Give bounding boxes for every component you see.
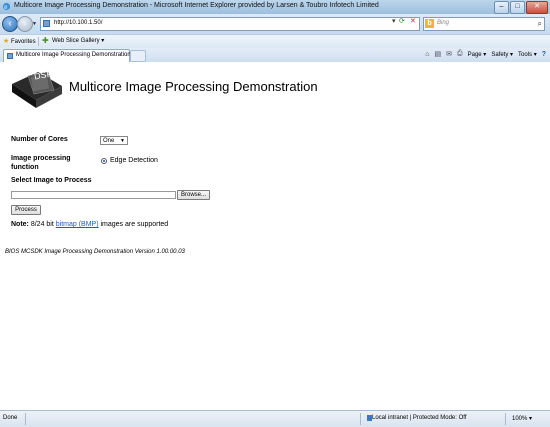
safety-menu[interactable]: Safety ▾ bbox=[491, 51, 513, 58]
maximize-button[interactable]: □ bbox=[510, 1, 525, 14]
favorites-button[interactable]: ★ Favorites bbox=[3, 37, 36, 45]
cores-value: One bbox=[103, 138, 115, 144]
version-text: BIOS MCSDK Image Processing Demonstratio… bbox=[5, 249, 185, 255]
refresh-icon[interactable]: ⟳ bbox=[399, 17, 405, 25]
tab-label: Multicore Image Processing Demonstration bbox=[16, 52, 131, 58]
back-button[interactable]: ‹ bbox=[2, 16, 18, 32]
note-bold: Note: bbox=[11, 221, 29, 228]
command-bar: ⌂ ▤ ✉ ⎙ Page ▾ Safety ▾ Tools ▾ ? bbox=[425, 50, 546, 58]
tools-menu[interactable]: Tools ▾ bbox=[518, 51, 537, 58]
search-placeholder[interactable]: Bing bbox=[437, 20, 449, 26]
chevron-down-icon: ▼ bbox=[120, 138, 125, 144]
process-button[interactable]: Process bbox=[11, 205, 41, 215]
search-box[interactable]: b Bing ⌕ bbox=[423, 17, 545, 31]
favorites-bar: ★ Favorites ✚ Web Slice Gallery ▾ bbox=[0, 34, 550, 48]
print-icon[interactable]: ⎙ bbox=[457, 50, 463, 58]
new-tab-button[interactable] bbox=[130, 50, 146, 62]
page-icon bbox=[43, 20, 50, 27]
page-title: Multicore Image Processing Demonstration bbox=[69, 79, 318, 94]
search-icon[interactable]: ⌕ bbox=[538, 19, 542, 29]
minimize-button[interactable]: – bbox=[494, 1, 509, 14]
cores-select[interactable]: One ▼ bbox=[100, 136, 128, 145]
function-label: Image processing function bbox=[11, 155, 71, 171]
favorites-label: Favorites bbox=[10, 39, 36, 45]
forward-button[interactable]: › bbox=[17, 16, 33, 32]
bitmap-link[interactable]: bitmap (BMP) bbox=[56, 221, 99, 228]
page-menu[interactable]: Page ▾ bbox=[468, 51, 487, 58]
read-mail-icon[interactable]: ✉ bbox=[446, 50, 452, 58]
window-titlebar: e Multicore Image Processing Demonstrati… bbox=[0, 0, 550, 15]
status-text: Done bbox=[3, 415, 18, 421]
status-divider bbox=[505, 413, 506, 425]
note-pre: 8/24 bit bbox=[28, 221, 56, 228]
window-title: Multicore Image Processing Demonstration… bbox=[14, 2, 379, 9]
address-bar[interactable]: http://10.100.1.50/ bbox=[40, 17, 420, 31]
help-icon[interactable]: ? bbox=[542, 51, 546, 58]
cores-label: Number of Cores bbox=[11, 136, 68, 143]
favorites-star-icon: ★ bbox=[3, 38, 10, 45]
window-controls: – □ ✕ bbox=[494, 1, 548, 14]
favorites-separator bbox=[38, 37, 39, 46]
edge-detection-label[interactable]: Edge Detection bbox=[110, 157, 158, 164]
select-image-label: Select Image to Process bbox=[11, 177, 92, 184]
home-icon[interactable]: ⌂ bbox=[425, 51, 429, 58]
web-slice-gallery-button[interactable]: Web Slice Gallery ▾ bbox=[52, 37, 104, 44]
address-url[interactable]: http://10.100.1.50/ bbox=[54, 20, 102, 26]
page-content: DSP Multicore Image Processing Demonstra… bbox=[0, 62, 550, 410]
address-dropdown-icon[interactable]: ▾ bbox=[392, 17, 396, 25]
recent-pages-chevron-icon[interactable]: ▼ bbox=[32, 21, 37, 27]
status-divider bbox=[25, 413, 26, 425]
navigation-bar: ‹ › ▼ http://10.100.1.50/ ▾ ⟳ ✕ b Bing ⌕ bbox=[0, 14, 550, 34]
status-divider bbox=[360, 413, 361, 425]
tab-multicore-demo[interactable]: Multicore Image Processing Demonstration bbox=[3, 49, 131, 62]
browse-button[interactable]: Browse... bbox=[177, 190, 210, 200]
tab-page-icon bbox=[7, 53, 13, 59]
close-button[interactable]: ✕ bbox=[526, 1, 548, 14]
add-to-favorites-icon[interactable]: ✚ bbox=[42, 36, 49, 45]
zoom-level[interactable]: 100% ▾ bbox=[512, 415, 532, 422]
feeds-icon[interactable]: ▤ bbox=[435, 50, 442, 58]
stop-icon[interactable]: ✕ bbox=[410, 17, 416, 25]
internet-explorer-icon: e bbox=[2, 2, 11, 11]
tab-bar: Multicore Image Processing Demonstration… bbox=[0, 48, 550, 63]
status-bar: Done Local intranet | Protected Mode: Of… bbox=[0, 410, 550, 427]
file-path-input[interactable] bbox=[11, 191, 176, 199]
note-post: images are supported bbox=[98, 221, 169, 228]
edge-detection-radio[interactable] bbox=[101, 158, 107, 164]
svg-text:e: e bbox=[4, 3, 7, 11]
security-zone[interactable]: Local intranet | Protected Mode: Off bbox=[372, 415, 467, 421]
note-text: Note: 8/24 bit bitmap (BMP) images are s… bbox=[11, 221, 168, 228]
bing-logo-icon: b bbox=[425, 19, 434, 28]
